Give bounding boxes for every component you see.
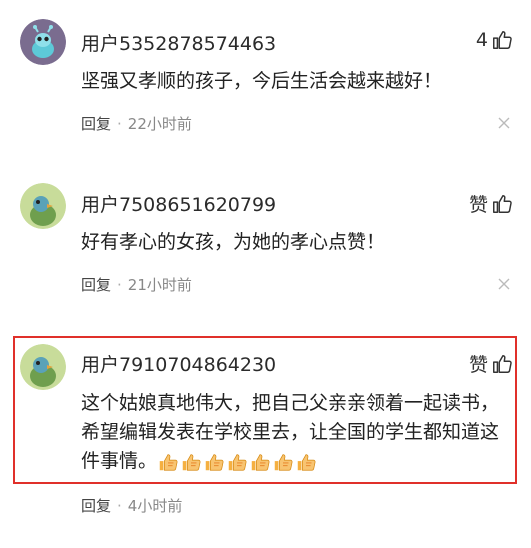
comment-username[interactable]: 用户7910704864230 — [81, 350, 276, 377]
thumbs-up-icon — [493, 31, 512, 49]
bird-avatar-icon — [20, 183, 66, 229]
like-button[interactable]: 赞 — [469, 190, 513, 217]
like-button[interactable]: 4 — [476, 29, 513, 51]
comment-username[interactable]: 用户7508651620799 — [81, 190, 276, 217]
comment-text: 好有孝心的女孩，为她的孝心点赞！ — [81, 231, 386, 253]
like-label: 赞 — [468, 354, 488, 376]
comment-time: 4小时前 — [127, 497, 183, 515]
meta-separator: · — [117, 497, 122, 515]
thumbs-up-emoji-icon — [226, 451, 248, 473]
like-label: 赞 — [468, 194, 488, 216]
thumbs-up-emoji-icon — [157, 451, 179, 473]
bird-avatar-icon — [20, 344, 66, 390]
comment-time: 22小时前 — [127, 115, 192, 133]
avatar[interactable] — [20, 19, 66, 65]
comment-username[interactable]: 用户5352878574463 — [81, 29, 276, 56]
alien-avatar-icon — [20, 19, 66, 65]
comment-meta: 回复 · 4小时前 — [81, 495, 182, 516]
emoji-row — [157, 451, 317, 473]
meta-separator: · — [117, 115, 122, 133]
close-icon[interactable] — [497, 116, 511, 130]
comment-meta: 回复 · 21小时前 — [81, 274, 192, 295]
like-count: 4 — [475, 29, 488, 51]
reply-button[interactable]: 回复 — [81, 497, 111, 515]
comment-meta: 回复 · 22小时前 — [81, 113, 192, 134]
comment-time: 21小时前 — [127, 276, 192, 294]
thumbs-up-icon — [493, 354, 512, 373]
like-button[interactable]: 赞 — [469, 350, 513, 377]
reply-button[interactable]: 回复 — [81, 276, 111, 294]
thumbs-up-emoji-icon — [272, 451, 294, 473]
thumbs-up-icon — [493, 194, 512, 213]
comment-text: 这个姑娘真地伟大，把自己父亲亲领着一起读书，希望编辑发表在学校里去，让全国的学生… — [81, 389, 501, 476]
thumbs-up-emoji-icon — [180, 451, 202, 473]
meta-separator: · — [117, 276, 122, 294]
thumbs-up-emoji-icon — [295, 451, 317, 473]
reply-button[interactable]: 回复 — [81, 115, 111, 133]
close-icon[interactable] — [497, 277, 511, 291]
comment-text: 坚强又孝顺的孩子，今后生活会越来越好！ — [81, 70, 443, 92]
thumbs-up-emoji-icon — [249, 451, 271, 473]
thumbs-up-emoji-icon — [203, 451, 225, 473]
avatar[interactable] — [20, 183, 66, 229]
avatar[interactable] — [20, 344, 66, 390]
